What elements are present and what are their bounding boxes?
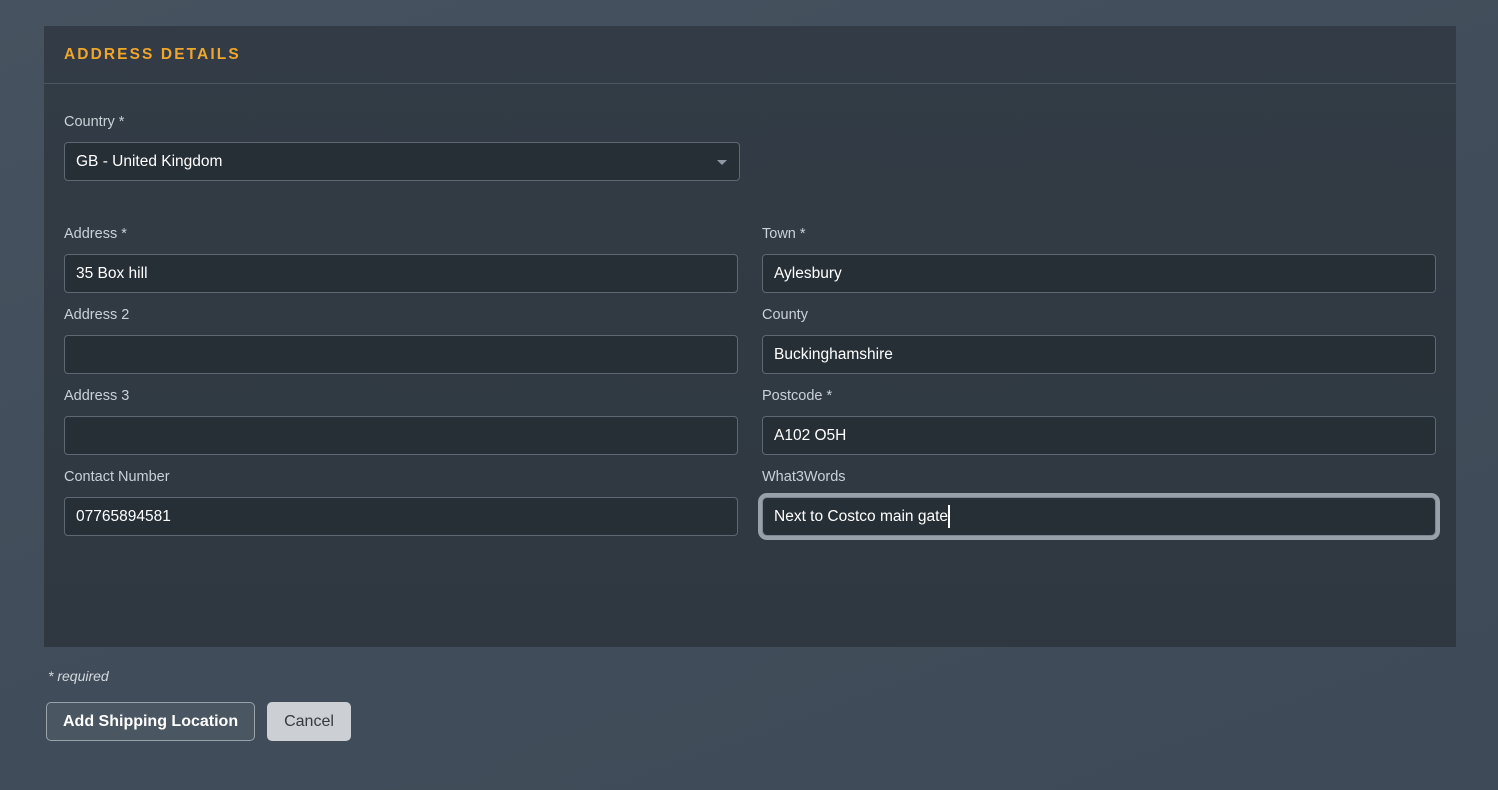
field-town: Town *	[762, 224, 1436, 293]
what3words-focus-wrap	[762, 497, 1436, 536]
country-select[interactable]: GB - United Kingdom	[64, 142, 740, 181]
page-root: ADDRESS DETAILS Country * GB - United Ki…	[0, 0, 1498, 790]
label-country: Country *	[64, 114, 125, 130]
page-title: ADDRESS DETAILS	[64, 45, 241, 63]
what3words-input[interactable]	[762, 497, 1436, 536]
form-column-right: Town * County Postcode * What3Words	[762, 224, 1436, 548]
field-county: County	[762, 305, 1436, 374]
field-address-2: Address 2	[64, 305, 738, 374]
label-address-3: Address 3	[64, 388, 130, 404]
county-input[interactable]	[762, 335, 1436, 374]
address-details-card: ADDRESS DETAILS Country * GB - United Ki…	[44, 26, 1456, 647]
form-footer: * required Add Shipping Location Cancel	[44, 668, 1456, 741]
form-row-1: Address * Address 2 Address 3 Contact Nu…	[64, 224, 1436, 548]
field-what3words: What3Words	[762, 467, 1436, 536]
country-select-wrap: GB - United Kingdom	[64, 142, 740, 181]
label-town: Town *	[762, 226, 806, 242]
form-column-left: Address * Address 2 Address 3 Contact Nu…	[64, 224, 738, 548]
address-2-input[interactable]	[64, 335, 738, 374]
label-postcode: Postcode *	[762, 388, 833, 404]
card-header: ADDRESS DETAILS	[44, 26, 1456, 84]
field-postcode: Postcode *	[762, 386, 1436, 455]
label-contact-number: Contact Number	[64, 469, 170, 485]
cancel-button[interactable]: Cancel	[267, 702, 351, 741]
postcode-input[interactable]	[762, 416, 1436, 455]
field-country: Country * GB - United Kingdom	[64, 112, 1436, 181]
footer-button-row: Add Shipping Location Cancel	[46, 702, 1456, 741]
required-note: * required	[48, 668, 109, 684]
label-address: Address *	[64, 226, 127, 242]
address-input[interactable]	[64, 254, 738, 293]
contact-number-input[interactable]	[64, 497, 738, 536]
town-input[interactable]	[762, 254, 1436, 293]
card-body: Country * GB - United Kingdom Address *	[44, 84, 1456, 548]
field-contact-number: Contact Number	[64, 467, 738, 536]
label-county: County	[762, 307, 808, 323]
add-shipping-location-button[interactable]: Add Shipping Location	[46, 702, 256, 741]
label-what3words: What3Words	[762, 469, 846, 485]
address-3-input[interactable]	[64, 416, 738, 455]
field-address-3: Address 3	[64, 386, 738, 455]
field-address: Address *	[64, 224, 738, 293]
label-address-2: Address 2	[64, 307, 130, 323]
